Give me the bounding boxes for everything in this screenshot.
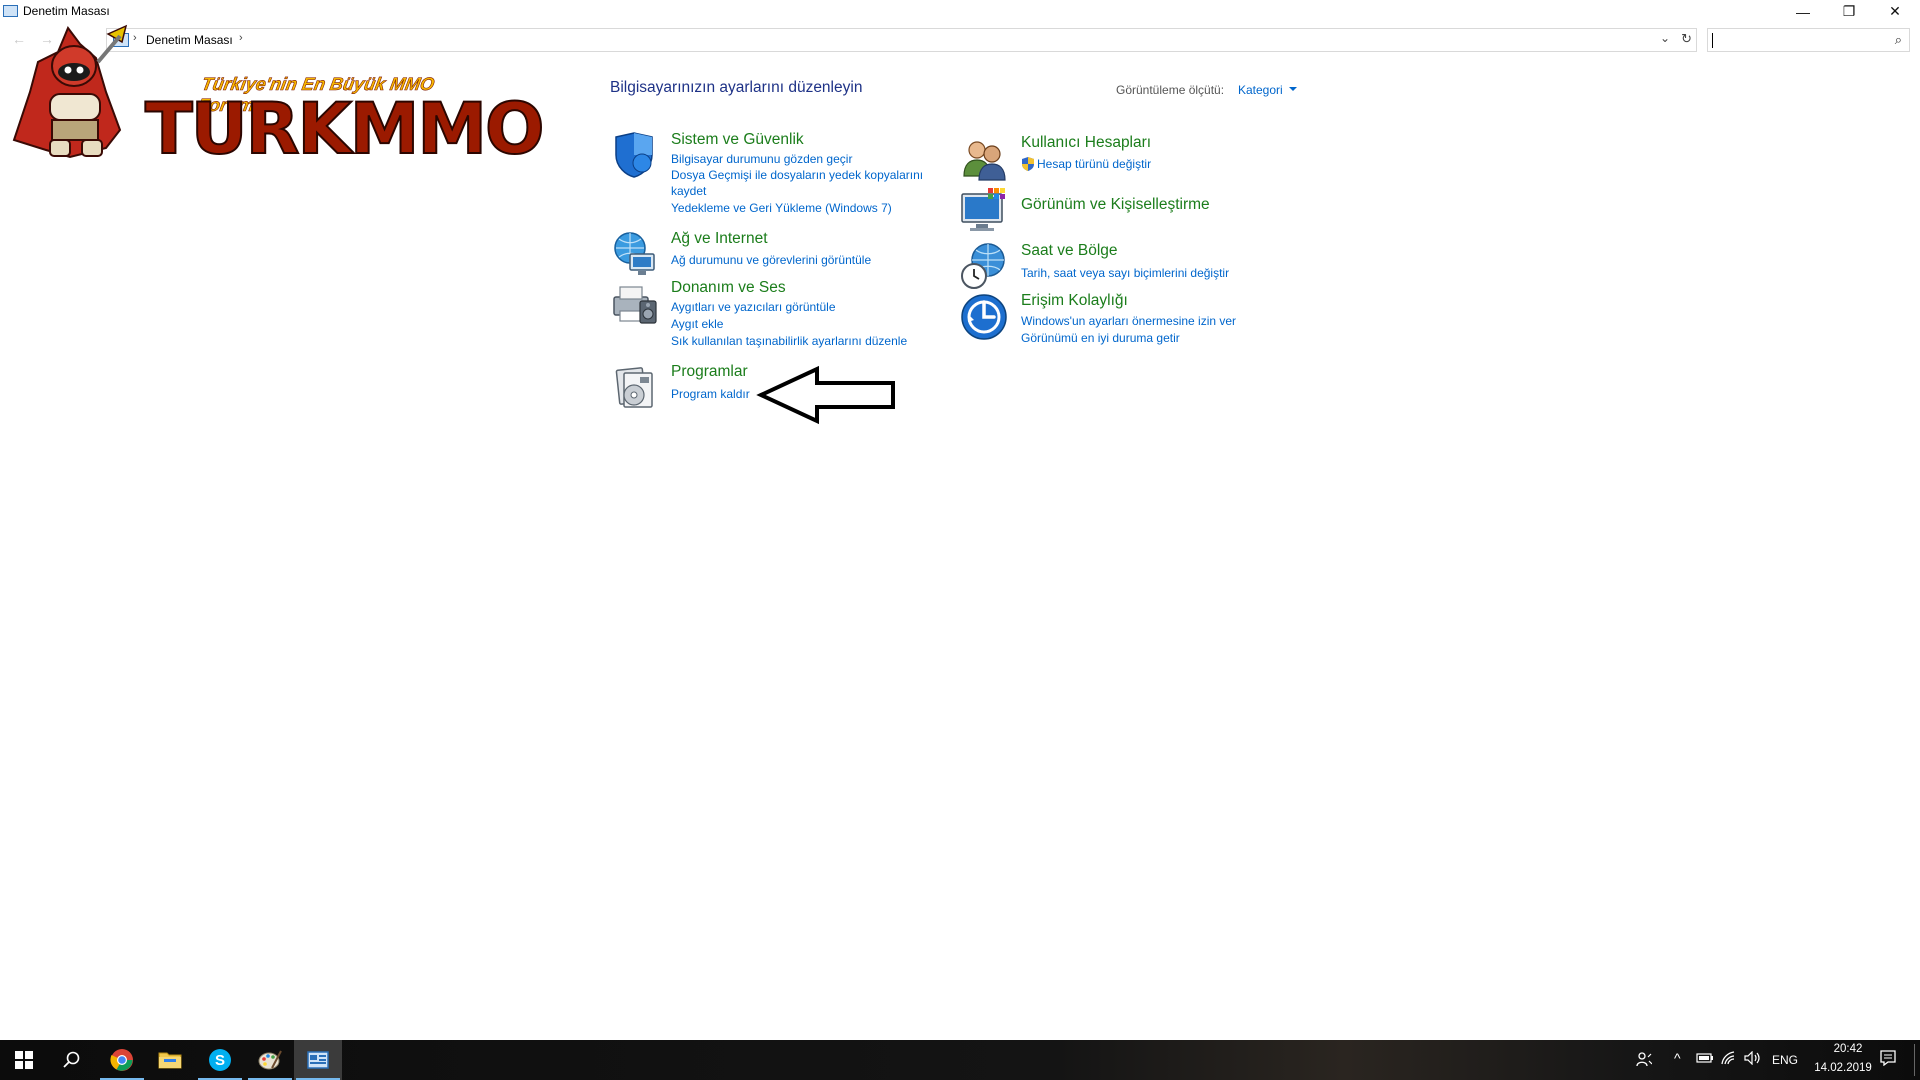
windows-logo-icon bbox=[15, 1051, 33, 1069]
category-title[interactable]: Saat ve Bölge bbox=[1021, 242, 1118, 260]
title-bar: Denetim Masası — ❐ ✕ bbox=[0, 0, 1920, 23]
link-file-history-cont[interactable]: kaydet bbox=[671, 183, 706, 199]
users-icon[interactable] bbox=[960, 134, 1008, 182]
link-file-history[interactable]: Dosya Geçmişi ile dosyaların yedek kopya… bbox=[671, 167, 923, 183]
view-by-label: Görüntüleme ölçütü: bbox=[1116, 83, 1225, 97]
category-title[interactable]: Kullanıcı Hesapları bbox=[1021, 134, 1151, 152]
taskbar-search-button[interactable] bbox=[48, 1040, 96, 1080]
control-panel-icon bbox=[307, 1051, 329, 1069]
people-icon[interactable] bbox=[1636, 1051, 1653, 1070]
chevron-down-icon[interactable]: ⌄ bbox=[1660, 31, 1670, 45]
skype-icon: S bbox=[209, 1049, 231, 1071]
wifi-icon[interactable] bbox=[1720, 1051, 1736, 1068]
link-check-status[interactable]: Bilgisayar durumunu gözden geçir bbox=[671, 151, 852, 167]
page-title: Bilgisayarınızın ayarlarını düzenleyin bbox=[610, 79, 863, 96]
link-mobility-settings[interactable]: Sık kullanılan taşınabilirlik ayarlarını… bbox=[671, 333, 907, 349]
network-globe-icon[interactable] bbox=[610, 230, 658, 278]
show-desktop-button[interactable] bbox=[1914, 1044, 1915, 1076]
link-add-device[interactable]: Aygıt ekle bbox=[671, 316, 723, 332]
battery-icon[interactable] bbox=[1696, 1052, 1714, 1067]
restore-button[interactable]: ❐ bbox=[1826, 0, 1872, 23]
taskbar-paint[interactable] bbox=[246, 1040, 294, 1080]
annotation-arrow bbox=[756, 365, 895, 425]
search-icon bbox=[63, 1051, 80, 1068]
watermark-logo: Türkiye'nin En Büyük MMO Forumu TURKMMO bbox=[10, 22, 546, 172]
category-title[interactable]: Sistem ve Güvenlik bbox=[671, 131, 804, 149]
svg-text:S: S bbox=[215, 1052, 225, 1069]
link-devices-printers[interactable]: Aygıtları ve yazıcıları görüntüle bbox=[671, 299, 836, 315]
taskbar-file-explorer[interactable] bbox=[146, 1040, 194, 1080]
refresh-icon[interactable]: ↻ bbox=[1681, 31, 1692, 47]
uac-shield-icon bbox=[1022, 157, 1034, 171]
taskbar: S ^ ENG bbox=[0, 1040, 1920, 1080]
link-network-status[interactable]: Ağ durumunu ve görevlerini görüntüle bbox=[671, 252, 871, 268]
file-explorer-icon bbox=[158, 1052, 182, 1069]
view-by-dropdown[interactable]: Kategori bbox=[1238, 83, 1283, 97]
accessibility-icon[interactable] bbox=[960, 292, 1008, 340]
text-caret bbox=[1712, 33, 1713, 48]
link-let-windows-suggest[interactable]: Windows'un ayarları önermesine izin ver bbox=[1021, 313, 1236, 329]
category-title[interactable]: Donanım ve Ses bbox=[671, 279, 786, 297]
mascot-image bbox=[12, 24, 128, 159]
link-optimize-display[interactable]: Görünümü en iyi duruma getir bbox=[1021, 330, 1180, 346]
monitor-palette-icon[interactable] bbox=[960, 186, 1008, 234]
clock-date[interactable]: 14.02.2019 bbox=[1808, 1062, 1878, 1074]
link-backup-restore[interactable]: Yedekleme ve Geri Yükleme (Windows 7) bbox=[671, 200, 892, 216]
volume-icon[interactable] bbox=[1744, 1050, 1762, 1068]
taskbar-chrome[interactable] bbox=[98, 1040, 146, 1080]
link-uninstall-program[interactable]: Program kaldır bbox=[671, 386, 750, 402]
start-button[interactable] bbox=[0, 1040, 48, 1080]
paint-icon bbox=[258, 1050, 282, 1070]
programs-disc-icon[interactable] bbox=[610, 363, 658, 411]
link-change-account-type[interactable]: Hesap türünü değiştir bbox=[1037, 156, 1151, 172]
watermark-brand: TURKMMO bbox=[144, 87, 546, 171]
close-button[interactable]: ✕ bbox=[1872, 0, 1918, 23]
minimize-button[interactable]: — bbox=[1780, 0, 1826, 23]
show-hidden-icons-chevron-icon[interactable]: ^ bbox=[1674, 1050, 1681, 1066]
search-input[interactable]: ⌕ bbox=[1707, 28, 1910, 52]
taskbar-skype[interactable]: S bbox=[196, 1040, 244, 1080]
category-title[interactable]: Görünüm ve Kişiselleştirme bbox=[1021, 196, 1210, 214]
category-title[interactable]: Erişim Kolaylığı bbox=[1021, 292, 1128, 310]
window-title: Denetim Masası bbox=[23, 4, 110, 18]
link-change-date-time-formats[interactable]: Tarih, saat veya sayı biçimlerini değişt… bbox=[1021, 265, 1229, 281]
clock-globe-icon[interactable] bbox=[960, 242, 1008, 290]
taskbar-control-panel[interactable] bbox=[294, 1040, 342, 1080]
shield-icon[interactable] bbox=[610, 131, 658, 179]
control-panel-icon bbox=[3, 5, 18, 17]
input-language-indicator[interactable]: ENG bbox=[1772, 1053, 1798, 1067]
category-title[interactable]: Programlar bbox=[671, 363, 748, 381]
search-icon[interactable]: ⌕ bbox=[1895, 32, 1902, 48]
chevron-down-icon[interactable] bbox=[1289, 87, 1297, 91]
chrome-icon bbox=[110, 1049, 133, 1071]
printer-speaker-icon[interactable] bbox=[610, 279, 658, 327]
notifications-icon[interactable] bbox=[1880, 1050, 1896, 1069]
clock-time[interactable]: 20:42 bbox=[1818, 1043, 1878, 1055]
category-title[interactable]: Ağ ve Internet bbox=[671, 230, 768, 248]
